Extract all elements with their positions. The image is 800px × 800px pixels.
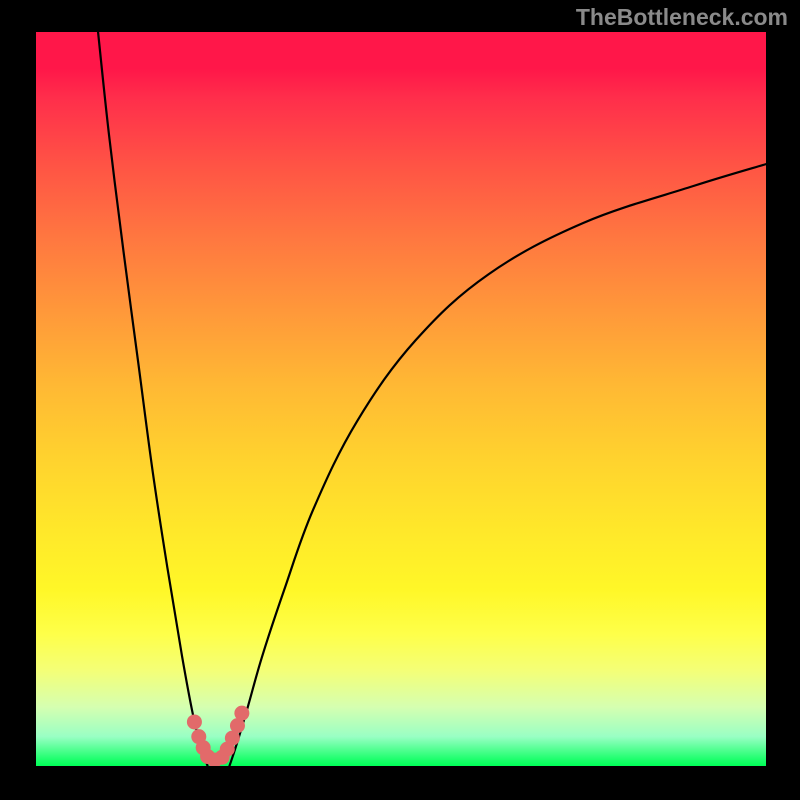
data-marker — [187, 714, 202, 729]
plot-area — [36, 32, 766, 766]
chart-stage: TheBottleneck.com — [0, 0, 800, 800]
right-branch-curve — [229, 164, 766, 766]
curve-layer — [36, 32, 766, 766]
data-marker — [234, 706, 249, 721]
watermark-label: TheBottleneck.com — [576, 4, 788, 31]
left-branch-curve — [98, 32, 208, 766]
